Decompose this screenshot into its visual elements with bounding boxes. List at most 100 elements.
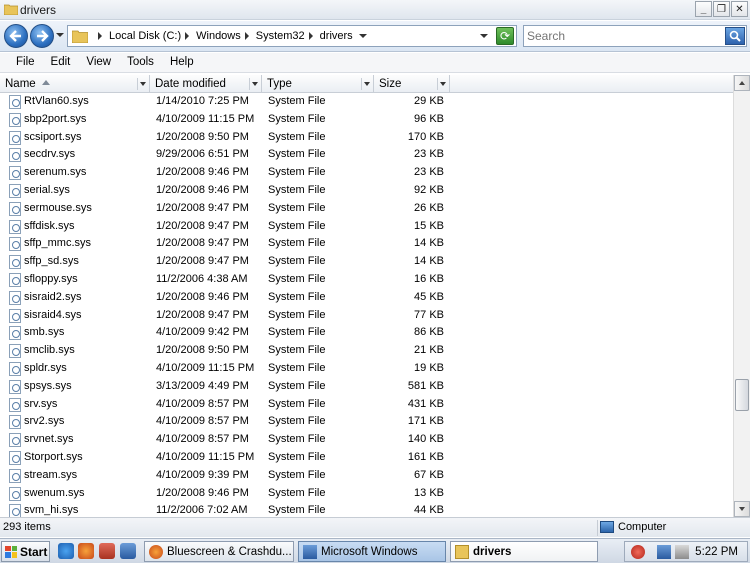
file-date-modified: 1/20/2008 9:50 PM bbox=[156, 344, 249, 357]
forward-button[interactable] bbox=[30, 24, 54, 48]
column-type-filter-dropdown[interactable] bbox=[361, 78, 371, 90]
search-button[interactable] bbox=[725, 27, 745, 45]
security-alert-icon[interactable] bbox=[631, 545, 645, 559]
taskbar: Start Bluescreen & Crashdu... Microsoft … bbox=[0, 538, 750, 563]
breadcrumb-system32[interactable]: System32 bbox=[256, 30, 305, 42]
column-type[interactable]: Type bbox=[262, 75, 374, 93]
internet-explorer-icon[interactable] bbox=[58, 543, 74, 559]
system-file-icon bbox=[9, 201, 21, 216]
file-row[interactable]: svm_hi.sys 11/2/2006 7:02 AM System File 44… bbox=[0, 502, 733, 517]
file-row[interactable]: sffdisk.sys 1/20/2008 9:47 PM System File 1… bbox=[0, 218, 733, 236]
file-row[interactable]: smb.sys 4/10/2009 9:42 PM System File 86 KB bbox=[0, 324, 733, 342]
file-name: smclib.sys bbox=[24, 344, 75, 357]
file-size: 19 KB bbox=[414, 361, 444, 374]
breadcrumb-arrow-icon[interactable] bbox=[185, 32, 190, 40]
file-type: System File bbox=[268, 201, 326, 214]
file-row[interactable]: srvnet.sys 4/10/2009 8:57 PM System File 14… bbox=[0, 431, 733, 449]
menu-view[interactable]: View bbox=[78, 53, 119, 72]
show-desktop-icon[interactable] bbox=[120, 543, 136, 559]
file-name: Storport.sys bbox=[24, 450, 83, 463]
close-button[interactable]: ✕ bbox=[731, 1, 748, 17]
vertical-scrollbar[interactable] bbox=[733, 75, 750, 517]
file-row[interactable]: scsiport.sys 1/20/2008 9:50 PM System File… bbox=[0, 129, 733, 147]
system-file-icon bbox=[9, 290, 21, 305]
file-date-modified: 1/20/2008 9:47 PM bbox=[156, 237, 249, 250]
clock[interactable]: 5:22 PM bbox=[695, 546, 738, 558]
minimize-button[interactable]: _ bbox=[695, 1, 712, 17]
system-file-icon bbox=[9, 433, 21, 448]
file-type: System File bbox=[268, 504, 326, 517]
file-row[interactable]: swenum.sys 1/20/2008 9:46 PM System File 13… bbox=[0, 485, 733, 503]
column-date-filter-dropdown[interactable] bbox=[249, 78, 259, 90]
file-row[interactable]: sffp_mmc.sys 1/20/2008 9:47 PM System File… bbox=[0, 235, 733, 253]
column-name[interactable]: Name bbox=[0, 75, 150, 93]
file-row[interactable]: stream.sys 4/10/2009 9:39 PM System File 67… bbox=[0, 467, 733, 485]
file-size: 45 KB bbox=[414, 290, 444, 303]
breadcrumb-windows[interactable]: Windows bbox=[196, 30, 241, 42]
file-row[interactable]: Storport.sys 4/10/2009 11:15 PM System Fil… bbox=[0, 449, 733, 467]
menu-edit[interactable]: Edit bbox=[43, 53, 79, 72]
file-type: System File bbox=[268, 308, 326, 321]
taskbar-item-drivers[interactable]: drivers bbox=[450, 541, 598, 562]
column-size[interactable]: Size bbox=[374, 75, 450, 93]
file-row[interactable]: srv.sys 4/10/2009 8:57 PM System File 431 K… bbox=[0, 396, 733, 414]
column-size-filter-dropdown[interactable] bbox=[437, 78, 447, 90]
scroll-up-button[interactable] bbox=[734, 75, 750, 91]
file-row[interactable]: sfloppy.sys 11/2/2006 4:38 AM System File 1… bbox=[0, 271, 733, 289]
file-size: 171 KB bbox=[407, 415, 444, 428]
file-date-modified: 1/14/2010 7:25 PM bbox=[156, 95, 249, 107]
chevron-down-icon[interactable] bbox=[358, 34, 367, 38]
file-row[interactable]: serial.sys 1/20/2008 9:46 PM System File 92… bbox=[0, 182, 733, 200]
start-button[interactable]: Start bbox=[1, 541, 50, 562]
search-input[interactable] bbox=[527, 27, 717, 45]
computer-icon bbox=[600, 521, 614, 533]
column-date-label: Date modified bbox=[155, 78, 226, 90]
file-type: System File bbox=[268, 433, 326, 446]
taskbar-item-microsoft-windows[interactable]: Microsoft Windows bbox=[298, 541, 446, 562]
address-history-dropdown[interactable] bbox=[480, 34, 488, 38]
breadcrumb-drivers[interactable]: drivers bbox=[320, 30, 353, 42]
system-file-icon bbox=[9, 95, 21, 109]
restore-button[interactable]: ❐ bbox=[713, 1, 730, 17]
file-date-modified: 11/2/2006 7:02 AM bbox=[156, 504, 248, 517]
file-row[interactable]: sermouse.sys 1/20/2008 9:47 PM System File… bbox=[0, 200, 733, 218]
breadcrumb-arrow-icon[interactable] bbox=[308, 32, 313, 40]
file-name: swenum.sys bbox=[24, 486, 85, 499]
breadcrumb-arrow-icon[interactable] bbox=[244, 32, 249, 40]
firefox-icon[interactable] bbox=[78, 543, 94, 559]
file-row[interactable]: srv2.sys 4/10/2009 8:57 PM System File 171 … bbox=[0, 413, 733, 431]
volume-muted-icon[interactable] bbox=[675, 545, 689, 559]
file-row[interactable]: secdrv.sys 9/29/2006 6:51 PM System File 23… bbox=[0, 146, 733, 164]
file-row[interactable]: sffp_sd.sys 1/20/2008 9:47 PM System File 1… bbox=[0, 253, 733, 271]
menu-tools[interactable]: Tools bbox=[119, 53, 162, 72]
column-date-modified[interactable]: Date modified bbox=[150, 75, 262, 93]
file-name: sffp_mmc.sys bbox=[24, 237, 92, 250]
taskbar-item-bluescreen[interactable]: Bluescreen & Crashdu... bbox=[144, 541, 294, 562]
file-row[interactable]: serenum.sys 1/20/2008 9:46 PM System File 2… bbox=[0, 164, 733, 182]
file-date-modified: 4/10/2009 8:57 PM bbox=[156, 415, 249, 428]
file-row[interactable]: sisraid4.sys 1/20/2008 9:47 PM System File… bbox=[0, 307, 733, 325]
refresh-button[interactable]: ⟳ bbox=[496, 27, 514, 45]
tools-icon[interactable] bbox=[99, 543, 115, 559]
menu-help[interactable]: Help bbox=[162, 53, 202, 72]
file-row[interactable]: RtVlan60.sys 1/14/2010 7:25 PM System File… bbox=[0, 93, 733, 111]
file-row[interactable]: smclib.sys 1/20/2008 9:50 PM System File 21… bbox=[0, 342, 733, 360]
file-row[interactable]: sisraid2.sys 1/20/2008 9:46 PM System File… bbox=[0, 289, 733, 307]
breadcrumb-local-disk[interactable]: Local Disk (C:) bbox=[109, 30, 181, 42]
file-row[interactable]: spsys.sys 3/13/2009 4:49 PM System File 581… bbox=[0, 378, 733, 396]
file-row[interactable]: spldr.sys 4/10/2009 11:15 PM System File 19… bbox=[0, 360, 733, 378]
system-file-icon bbox=[9, 166, 21, 181]
scroll-thumb[interactable] bbox=[735, 379, 749, 411]
breadcrumb-arrow-icon[interactable] bbox=[98, 32, 102, 40]
file-date-modified: 4/10/2009 8:57 PM bbox=[156, 397, 249, 410]
network-icon[interactable] bbox=[657, 545, 671, 559]
scroll-down-button[interactable] bbox=[734, 501, 750, 517]
menu-file[interactable]: File bbox=[8, 53, 43, 72]
recent-pages-dropdown[interactable] bbox=[56, 33, 64, 37]
file-row[interactable]: sbp2port.sys 4/10/2009 11:15 PM System Fil… bbox=[0, 111, 733, 129]
search-box[interactable] bbox=[523, 25, 747, 47]
back-button[interactable] bbox=[4, 24, 28, 48]
column-name-filter-dropdown[interactable] bbox=[137, 78, 147, 90]
address-bar[interactable]: Local Disk (C:) Windows System32 drivers… bbox=[67, 25, 517, 47]
file-type: System File bbox=[268, 290, 326, 303]
